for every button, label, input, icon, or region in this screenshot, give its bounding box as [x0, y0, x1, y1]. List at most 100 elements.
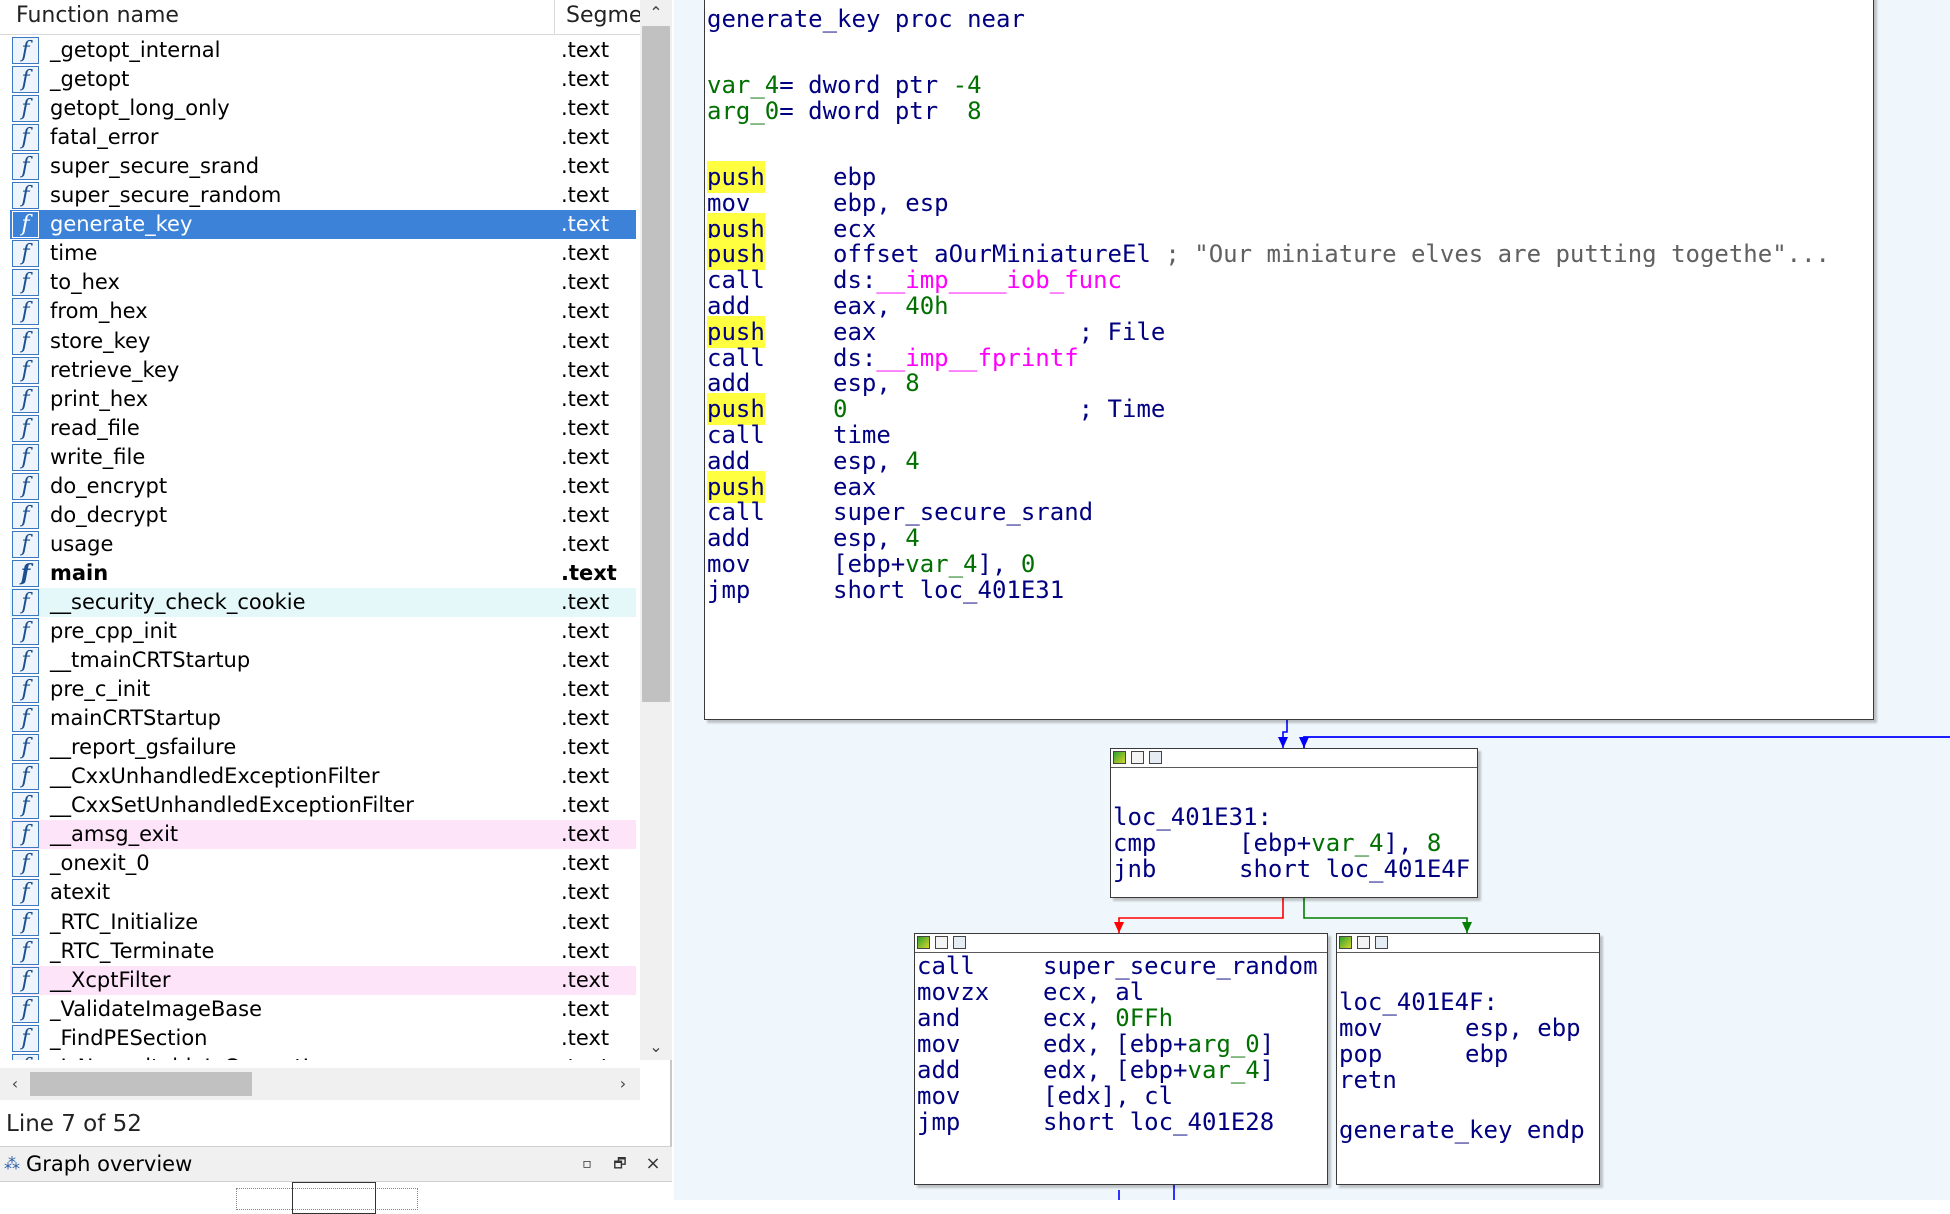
column-header-function-name[interactable]: Function name — [16, 0, 555, 34]
function-icon: f — [12, 588, 39, 616]
function-row[interactable]: f pre_c_init .text — [10, 675, 636, 704]
operand-token[interactable]: ] — [1260, 1056, 1274, 1084]
function-row[interactable]: f _RTC_Terminate .text — [10, 937, 636, 966]
scroll-up-arrow-icon[interactable]: ⌃ — [640, 0, 672, 26]
function-name: do_decrypt — [50, 502, 168, 527]
block-edit-icon[interactable] — [1357, 936, 1370, 949]
instruction-mnemonic[interactable]: retn — [1339, 1064, 1397, 1096]
function-row[interactable]: f super_secure_random .text — [10, 181, 636, 210]
graph-overview-canvas[interactable] — [0, 1182, 672, 1214]
proc-end-name[interactable]: generate_key — [1339, 1116, 1512, 1144]
function-row[interactable]: f do_decrypt .text — [10, 501, 636, 530]
code-block-generate-key-entry[interactable]: generate_key proc near var_4= dword ptr … — [704, 0, 1874, 720]
function-row[interactable]: f write_file .text — [10, 443, 636, 472]
scroll-left-arrow-icon[interactable]: ‹ — [0, 1068, 30, 1100]
block-group-icon[interactable] — [1375, 936, 1388, 949]
close-panel-icon[interactable]: × — [643, 1147, 663, 1181]
instruction-operands[interactable]: short loc_401E31 — [833, 574, 1064, 606]
overview-viewport-rectangle[interactable] — [292, 1182, 376, 1214]
function-row[interactable]: f print_hex .text — [10, 385, 636, 414]
function-row[interactable]: f __XcptFilter .text — [10, 965, 636, 995]
stack-variable-name[interactable]: arg_0 — [707, 97, 779, 125]
function-segment: .text — [561, 560, 617, 585]
function-name: _RTC_Terminate — [50, 938, 215, 963]
function-segment: .text — [561, 909, 610, 934]
function-icon: f — [12, 995, 39, 1023]
function-row[interactable]: f __amsg_exit .text — [10, 820, 636, 850]
function-name: _ValidateImageBase — [50, 996, 263, 1021]
instruction-operands[interactable]: ebp — [1465, 1038, 1508, 1070]
restore-panel-icon[interactable]: 🗗 — [610, 1147, 630, 1181]
function-row[interactable]: f _getopt .text — [10, 65, 636, 94]
proc-name[interactable]: generate_key — [707, 5, 880, 33]
code-block-loc-401e31[interactable]: loc_401E31: cmp [ebp+var_4], 8 jnb short lo… — [1110, 748, 1478, 898]
functions-horizontal-scrollbar[interactable]: ‹ › — [0, 1068, 640, 1100]
function-row[interactable]: f super_secure_srand .text — [10, 152, 636, 181]
functions-vertical-scrollbar[interactable]: ⌃ ⌄ — [640, 0, 672, 1060]
function-row[interactable]: f generate_key .text — [10, 210, 636, 240]
float-panel-icon[interactable]: ▫ — [577, 1147, 597, 1181]
function-row[interactable]: f mainCRTStartup .text — [10, 704, 636, 733]
function-row[interactable]: f _FindPESection .text — [10, 1024, 636, 1053]
function-row[interactable]: f to_hex .text — [10, 268, 636, 297]
function-row[interactable]: f __CxxSetUnhandledExceptionFilter .text — [10, 791, 636, 820]
instruction-operands[interactable]: short loc_401E4F — [1239, 853, 1470, 885]
operand-token[interactable]: 4 — [905, 447, 919, 475]
function-row[interactable]: f pre_cpp_init .text — [10, 617, 636, 646]
column-header-segment[interactable]: Segme — [566, 0, 646, 34]
operand-token[interactable]: short loc_401E28 — [1043, 1108, 1274, 1136]
instruction-operands[interactable]: short loc_401E28 — [1043, 1106, 1274, 1138]
scroll-down-arrow-icon[interactable]: ⌄ — [640, 1034, 672, 1060]
function-row[interactable]: f store_key .text — [10, 327, 636, 356]
block-edit-icon[interactable] — [935, 936, 948, 949]
scroll-right-arrow-icon[interactable]: › — [608, 1068, 638, 1100]
block-color-icon[interactable] — [917, 936, 930, 949]
function-row[interactable]: f retrieve_key .text — [10, 356, 636, 385]
horizontal-scroll-thumb[interactable] — [30, 1072, 252, 1096]
function-row[interactable]: f do_encrypt .text — [10, 472, 636, 501]
block-color-icon[interactable] — [1113, 751, 1126, 764]
block-group-icon[interactable] — [1149, 751, 1162, 764]
function-row[interactable]: f _IsNonwritableInCurrentImage .text — [10, 1053, 636, 1060]
function-row[interactable]: f __security_check_cookie .text — [10, 587, 636, 617]
block-group-icon[interactable] — [953, 936, 966, 949]
vertical-scroll-thumb[interactable] — [642, 26, 670, 702]
code-block-loop-body[interactable]: call super_secure_random movzx ecx, al and ec… — [914, 933, 1328, 1185]
function-row[interactable]: f main .text — [10, 559, 636, 588]
operand-token[interactable]: short loc_401E31 — [833, 576, 1064, 604]
function-row[interactable]: f time .text — [10, 239, 636, 268]
block-color-icon[interactable] — [1339, 936, 1352, 949]
function-row[interactable]: f getopt_long_only .text — [10, 94, 636, 123]
operand-token[interactable]: ; Time — [847, 395, 1166, 423]
function-segment: .text — [561, 735, 610, 760]
disassembly-graph-view[interactable]: generate_key proc near var_4= dword ptr … — [674, 0, 1950, 1200]
block-edit-icon[interactable] — [1131, 751, 1144, 764]
function-row[interactable]: f usage .text — [10, 530, 636, 559]
operand-token[interactable]: short loc_401E4F — [1239, 855, 1470, 883]
function-row[interactable]: f __report_gsfailure .text — [10, 733, 636, 762]
function-row[interactable]: f read_file .text — [10, 414, 636, 443]
function-row[interactable]: f _onexit_0 .text — [10, 849, 636, 878]
function-row[interactable]: f fatal_error .text — [10, 123, 636, 152]
stack-variable-line[interactable]: arg_0= dword ptr 8 — [707, 95, 982, 127]
function-row[interactable]: f _getopt_internal .text — [10, 36, 636, 65]
instruction-mnemonic[interactable]: jmp — [707, 574, 750, 606]
graph-overview-header: ⁂ Graph overview ▫ 🗗 × — [0, 1146, 672, 1182]
function-row[interactable]: f from_hex .text — [10, 297, 636, 326]
function-row[interactable]: f __CxxUnhandledExceptionFilter .text — [10, 762, 636, 791]
function-row[interactable]: f _ValidateImageBase .text — [10, 995, 636, 1024]
instruction-mnemonic[interactable]: jmp — [917, 1106, 960, 1138]
function-name: __report_gsfailure — [50, 735, 237, 760]
function-name: read_file — [50, 415, 140, 440]
function-row[interactable]: f _RTC_Initialize .text — [10, 908, 636, 937]
function-name: __amsg_exit — [50, 822, 179, 847]
operand-token[interactable]: ; "Our miniature elves are putting toget… — [1151, 240, 1830, 268]
code-block-loc-401e4f[interactable]: loc_401E4F: mov esp, ebp pop ebp retn genera… — [1336, 933, 1600, 1185]
operand-token[interactable]: ebp — [1465, 1040, 1508, 1068]
function-row[interactable]: f atexit .text — [10, 878, 636, 907]
function-row[interactable]: f __tmainCRTStartup .text — [10, 646, 636, 675]
function-icon: f — [12, 647, 39, 675]
instruction-mnemonic[interactable]: jnb — [1113, 853, 1156, 885]
function-name: main — [50, 560, 109, 585]
operand-token[interactable]: var_4 — [1188, 1056, 1260, 1084]
